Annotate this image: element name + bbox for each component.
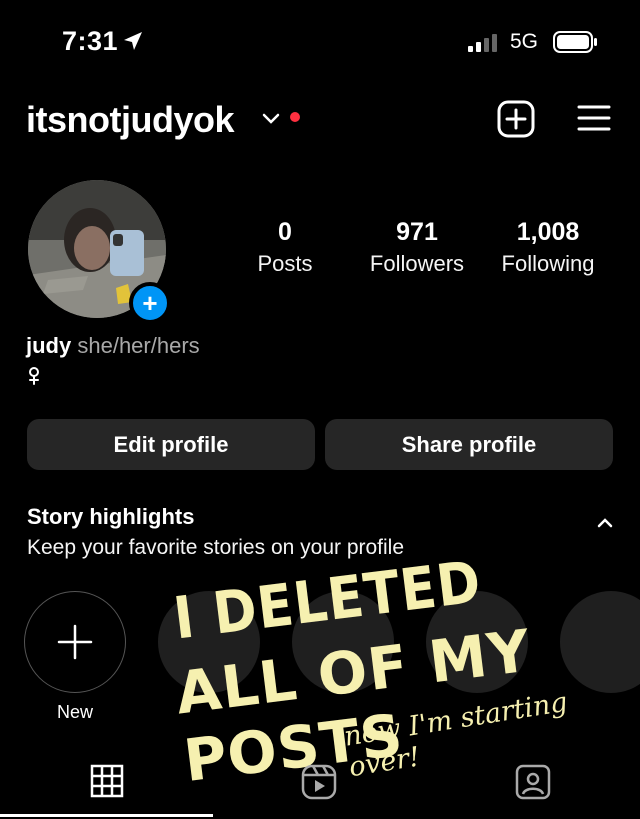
add-story-button[interactable]: +: [129, 282, 171, 324]
highlights-subtitle: Keep your favorite stories on your profi…: [27, 536, 405, 559]
new-highlight-label: New: [56, 702, 93, 722]
grid-tab-icon[interactable]: [90, 764, 124, 798]
threads-badge-icon[interactable]: [26, 366, 42, 386]
followers-label: Followers: [369, 251, 465, 276]
active-tab-indicator: [0, 814, 213, 817]
create-post-icon[interactable]: [497, 100, 535, 138]
status-time: 7:31: [62, 26, 119, 56]
new-highlight-button[interactable]: [24, 591, 126, 693]
following-label: Following: [501, 251, 595, 276]
network-type: 5G: [510, 30, 539, 53]
following-count: 1,008: [516, 218, 580, 246]
profile-pronouns: she/her/hers: [77, 333, 200, 358]
reels-tab-icon[interactable]: [301, 764, 337, 800]
highlights-title: Story highlights: [27, 504, 195, 529]
followers-stat[interactable]: 971 Followers: [352, 218, 482, 277]
cell-signal-icon: [468, 34, 497, 52]
plus-icon: [57, 624, 93, 660]
chevron-up-icon[interactable]: [596, 515, 614, 529]
posts-count: 0: [278, 218, 292, 246]
share-profile-button[interactable]: Share profile: [325, 419, 613, 470]
profile-name: judy: [26, 333, 72, 358]
tagged-tab-icon[interactable]: [515, 764, 551, 800]
profile-username[interactable]: itsnotjudyok: [26, 99, 235, 141]
menu-icon[interactable]: [577, 104, 611, 132]
following-stat[interactable]: 1,008 Following: [483, 218, 613, 277]
posts-stat[interactable]: 0 Posts: [220, 218, 350, 277]
profile-name-line: judy she/her/hers: [26, 333, 200, 359]
followers-count: 971: [396, 218, 438, 246]
notification-dot: [290, 112, 300, 122]
chevron-down-icon[interactable]: [262, 111, 280, 125]
location-arrow-icon: [124, 32, 142, 50]
edit-profile-button[interactable]: Edit profile: [27, 419, 315, 470]
battery-icon: [553, 31, 597, 53]
posts-label: Posts: [257, 251, 313, 276]
